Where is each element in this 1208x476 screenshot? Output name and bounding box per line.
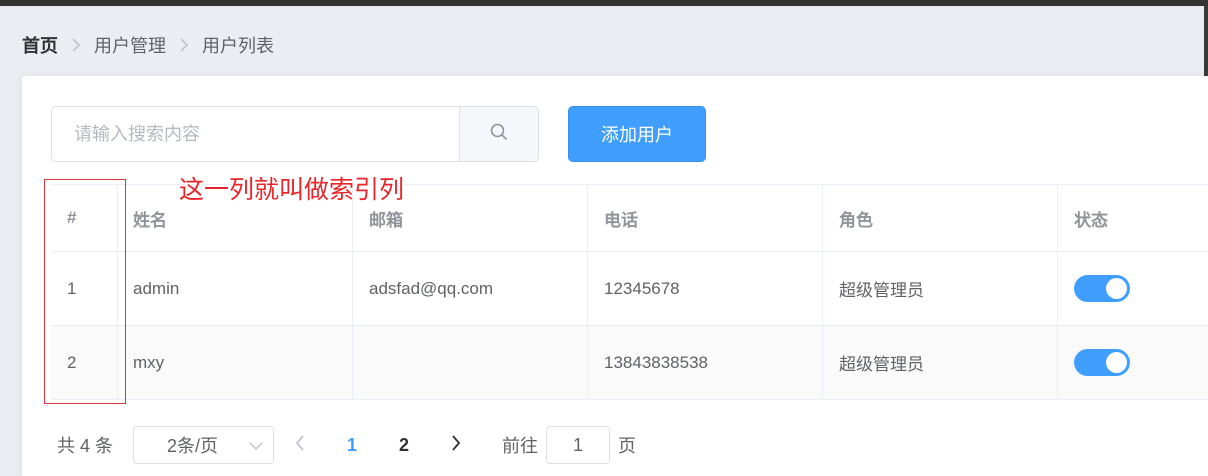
chevron-right-icon [451, 434, 461, 456]
column-header-status: 状态 [1074, 210, 1108, 230]
page-number-2[interactable]: 2 [378, 426, 430, 464]
name-cell: admin [118, 252, 353, 325]
phone-cell: 13843838538 [588, 326, 823, 399]
annotation-text: 这一列就叫做索引列 [179, 175, 405, 204]
search-input[interactable] [51, 106, 459, 162]
index-cell: 1 [51, 252, 118, 325]
email-cell [353, 326, 588, 399]
toggle-knob [1106, 278, 1127, 299]
breadcrumb-user-management: 用户管理 [94, 36, 166, 56]
status-cell [1058, 326, 1208, 399]
status-toggle[interactable] [1074, 275, 1130, 302]
role-cell: 超级管理员 [823, 252, 1058, 325]
column-header-role: 角色 [823, 185, 1058, 251]
user-table: # 姓名 邮箱 电话 角色 状态 1 admin adsfad@qq.com 1… [51, 184, 1208, 400]
email-cell: adsfad@qq.com [353, 252, 588, 325]
phone-cell: 12345678 [588, 252, 823, 325]
chevron-down-icon [249, 435, 263, 456]
pagination-total: 共 4 条 [57, 436, 114, 456]
index-cell: 2 [51, 326, 118, 399]
chevron-right-icon [166, 34, 202, 56]
goto-page-input[interactable] [546, 426, 611, 464]
content-card: 添加用户 # 姓名 邮箱 电话 角色 状态 1 admin adsfad@qq.… [22, 76, 1208, 476]
goto-label: 前往 [502, 436, 539, 456]
search-icon [489, 122, 509, 147]
name-cell: mxy [118, 326, 353, 399]
toggle-knob [1106, 352, 1127, 373]
breadcrumb: 首页 用户管理 用户列表 [22, 34, 274, 56]
pagination: 共 4 条 2条/页 1 2 前往 页 [57, 426, 636, 464]
page-size-select[interactable]: 2条/页 [133, 426, 275, 464]
table-row: 2 mxy 13843838538 超级管理员 [51, 326, 1208, 400]
table-row: 1 admin adsfad@qq.com 12345678 超级管理员 [51, 252, 1208, 326]
chevron-right-icon [58, 34, 94, 56]
search-group [51, 106, 539, 162]
role-cell: 超级管理员 [823, 326, 1058, 399]
page-size-value: 2条/页 [167, 436, 219, 456]
page-suffix: 页 [618, 436, 637, 456]
breadcrumb-user-list: 用户列表 [202, 36, 274, 56]
page-number-1[interactable]: 1 [326, 426, 378, 464]
search-button[interactable] [459, 106, 539, 162]
breadcrumb-home[interactable]: 首页 [22, 32, 58, 58]
status-cell [1058, 252, 1208, 325]
next-page-button[interactable] [430, 426, 482, 464]
add-user-button[interactable]: 添加用户 [568, 106, 706, 162]
column-header-phone: 电话 [588, 185, 823, 251]
status-toggle[interactable] [1074, 349, 1130, 376]
column-header-index: # [51, 185, 118, 251]
prev-page-button[interactable] [274, 426, 326, 464]
chevron-left-icon [295, 434, 305, 456]
